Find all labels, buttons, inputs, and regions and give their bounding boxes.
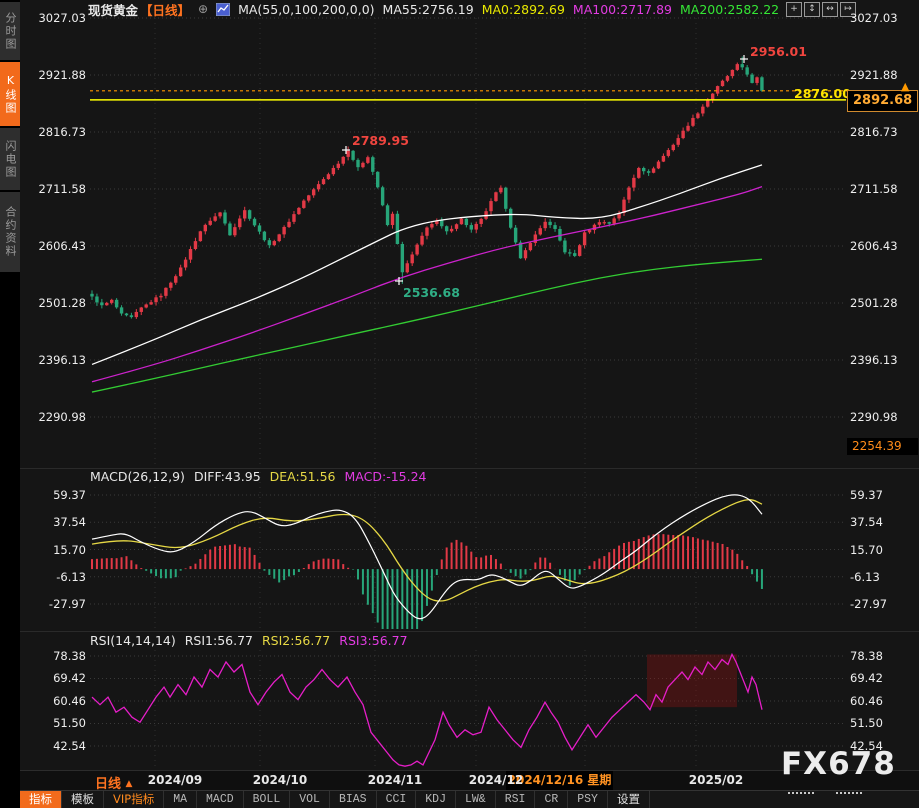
date-tick: 2024/12 [456, 773, 536, 787]
macd-header: MACD(26,12,9) DIFF:43.95 DEA:51.56 MACD:… [90, 469, 427, 484]
toolbar-item-KDJ[interactable]: KDJ [416, 791, 456, 808]
current-price-badge: 2892.68 [847, 90, 918, 112]
toolbar-item-MACD[interactable]: MACD [197, 791, 244, 808]
date-tick: 2024/11 [355, 773, 435, 787]
trading-app-window: 分时图K线图闪电图合约资料 现货黄金【日线】 ⊕ MA(55,0,100,200… [0, 0, 919, 808]
axis-label: 60.46 [20, 695, 86, 707]
toolbar-item-CCI[interactable]: CCI [377, 791, 417, 808]
macd-value: MACD:-15.24 [345, 469, 427, 484]
rsi-axis-left: 78.38 69.42 60.46 51.50 42.54 [20, 0, 86, 808]
axis-label: 60.46 [850, 695, 918, 707]
ma55-value: MA55:2756.19 [383, 2, 474, 17]
date-tick: 2025/02 [676, 773, 756, 787]
chart-type-sidebar: 分时图K线图闪电图合约资料 [0, 0, 20, 808]
axis-label: 51.50 [850, 717, 918, 729]
toolbar-item-模板[interactable]: 模板 [62, 791, 104, 808]
axis-label: 78.38 [20, 650, 86, 662]
axis-label: 78.38 [850, 650, 918, 662]
macd-diff-value: DIFF:43.95 [194, 469, 261, 484]
pane-divider [20, 468, 919, 469]
axis-label: 69.42 [20, 672, 86, 684]
ma100-value: MA100:2717.89 [573, 2, 672, 17]
macd-title: MACD(26,12,9) [90, 469, 185, 484]
toolbar-item-RSI[interactable]: RSI [496, 791, 536, 808]
window-toolbar-icons: +↕↔↦ [786, 2, 856, 17]
toolbar-item-MA[interactable]: MA [164, 791, 197, 808]
sidebar-tab-4[interactable]: 合约资料 [0, 192, 20, 272]
chart-canvas[interactable] [0, 0, 919, 808]
november-low-annotation: 2536.68 [403, 285, 460, 300]
ma-settings-label: MA(55,0,100,200,0,0) [238, 2, 374, 17]
add-compare-icon[interactable]: ⊕ [198, 2, 208, 16]
date-tick: 2024/09 [135, 773, 215, 787]
pane-divider [20, 631, 919, 632]
axis-label: 51.50 [20, 717, 86, 729]
rsi2-value: RSI2:56.77 [262, 633, 330, 648]
high-price-annotation: 2956.01 [750, 44, 807, 59]
toolbar-item-BOLL[interactable]: BOLL [244, 791, 291, 808]
toolbar-item-VIP指标[interactable]: VIP指标 [104, 791, 164, 808]
low-reference-badge: 2254.39 [847, 438, 918, 455]
ma200-value: MA200:2582.22 [680, 2, 779, 17]
zoom-vertical-icon[interactable]: ↕ [804, 2, 820, 17]
october-peak-annotation: 2789.95 [352, 133, 409, 148]
period-label: 【日线】 [140, 0, 190, 19]
sidebar-tab-1[interactable]: 分时图 [0, 2, 20, 60]
indicator-toolbar: 指标模板VIP指标MAMACDBOLLVOLBIASCCIKDJLW&RSICR… [20, 790, 919, 808]
sidebar-tab-3[interactable]: 闪电图 [0, 128, 20, 190]
move-icon[interactable]: + [786, 2, 802, 17]
axis-label: 69.42 [850, 672, 918, 684]
zoom-horizontal-icon[interactable]: ↔ [822, 2, 838, 17]
toolbar-item-PSY[interactable]: PSY [568, 791, 608, 808]
chart-header: 现货黄金【日线】 ⊕ MA(55,0,100,200,0,0) MA55:275… [88, 1, 779, 17]
toolbar-item-VOL[interactable]: VOL [290, 791, 330, 808]
symbol-name: 现货黄金 [88, 0, 138, 19]
axis-label: 42.54 [20, 740, 86, 752]
fx678-watermark: FX678 [781, 746, 896, 782]
rsi1-value: RSI1:56.77 [185, 633, 253, 648]
ma0-value: MA0:2892.69 [482, 2, 565, 17]
toolbar-item-CR[interactable]: CR [535, 791, 568, 808]
toolbar-item-LW&[interactable]: LW& [456, 791, 496, 808]
macd-dea-value: DEA:51.56 [270, 469, 336, 484]
rsi3-value: RSI3:56.77 [339, 633, 407, 648]
sidebar-tab-2[interactable]: K线图 [0, 62, 20, 126]
date-tick: 2024/10 [240, 773, 320, 787]
toolbar-item-指标[interactable]: 指标 [20, 791, 62, 808]
dropdown-arrow-icon: ▲ [126, 779, 133, 789]
rsi-header: RSI(14,14,14) RSI1:56.77 RSI2:56.77 RSI3… [90, 633, 408, 648]
watermark-underline [788, 792, 814, 796]
watermark-underline [836, 792, 862, 796]
toolbar-item-BIAS[interactable]: BIAS [330, 791, 377, 808]
alert-line-label: 2876.00 [794, 86, 851, 101]
chart-style-icon[interactable] [216, 3, 230, 16]
price-up-arrow-icon: ▲ [901, 80, 909, 93]
rsi-axis-right: 78.3869.4260.4651.5042.54 [850, 0, 918, 808]
toolbar-item-设置[interactable]: 设置 [608, 791, 650, 808]
rsi-title: RSI(14,14,14) [90, 633, 176, 648]
